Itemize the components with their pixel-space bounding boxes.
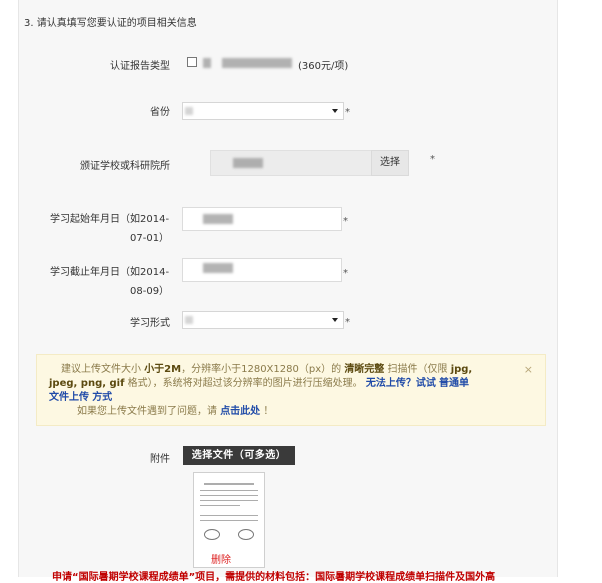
school-field: [210, 150, 374, 176]
start-date-redacted: [203, 214, 233, 224]
study-form-required: *: [345, 317, 350, 328]
start-date-label: 学习起始年月日（如2014- 07-01）: [50, 210, 170, 244]
notice-text: ！: [263, 406, 274, 417]
end-date-label-line2: 08-09）: [130, 286, 170, 297]
section-title: 3. 请认真填写您要认证的项目相关信息: [24, 18, 197, 29]
notice-text: 扫描件（仅限: [387, 364, 448, 375]
province-label: 省份: [150, 107, 170, 118]
notice-text: ，分辨率小于1280X1280（px）的: [181, 364, 342, 375]
choose-school-button[interactable]: 选择: [371, 150, 409, 176]
cant-upload-link[interactable]: 无法上传？试试: [366, 378, 436, 389]
end-date-label: 学习截止年月日（如2014- 08-09）: [50, 263, 170, 297]
close-icon[interactable]: ×: [524, 363, 533, 377]
notice-size-limit: 小于2M: [144, 364, 182, 375]
report-type-price: (360元/项): [298, 61, 349, 72]
province-select[interactable]: [182, 102, 344, 120]
province-required: *: [345, 107, 350, 118]
report-type-checkbox[interactable]: [187, 57, 197, 67]
doc-line: [200, 495, 258, 496]
normal-upload-link[interactable]: 普通单: [439, 378, 469, 389]
report-type-label: 认证报告类型: [110, 61, 170, 72]
school-redacted: [233, 158, 263, 168]
doc-line: [200, 490, 258, 491]
doc-line: [200, 515, 258, 516]
start-date-label-line1: 学习起始年月日（如2014-: [50, 214, 170, 225]
notice-line-2: jpeg, png, gif 格式），系统将对超过该分辨率的图片进行压缩处理。 …: [49, 377, 469, 391]
province-redacted: [185, 107, 193, 115]
doc-line: [204, 483, 254, 485]
notice-text: 格式），系统将对超过该分辨率的图片进行压缩处理。: [127, 378, 363, 389]
end-date-label-line1: 学习截止年月日（如2014-: [50, 267, 170, 278]
start-date-label-line2: 07-01）: [130, 233, 170, 244]
doc-line: [200, 505, 240, 506]
upload-notice: 建议上传文件大小 小于2M，分辨率小于1280X1280（px）的 清晰完整 扫…: [36, 354, 546, 426]
notice-formats: jpeg, png, gif: [49, 378, 125, 389]
notice-line-1: 建议上传文件大小 小于2M，分辨率小于1280X1280（px）的 清晰完整 扫…: [61, 363, 472, 377]
normal-upload-link[interactable]: 方式: [92, 392, 112, 403]
normal-upload-link[interactable]: 文件上传: [49, 392, 89, 403]
report-type-redacted: [222, 58, 292, 68]
attachment-thumbnail[interactable]: 删除: [193, 472, 265, 568]
end-date-input[interactable]: [182, 258, 342, 282]
school-required: *: [430, 154, 435, 165]
study-form-select[interactable]: [182, 311, 344, 329]
school-label: 颁证学校或科研院所: [80, 161, 170, 172]
requirements-note: 申请“国际暑期学校课程成绩单”项目，需提供的材料包括：国际暑期学校课程成绩单扫描…: [52, 572, 496, 583]
chevron-down-icon: [332, 318, 338, 322]
end-date-redacted: [203, 263, 233, 273]
report-type-redacted: [203, 58, 211, 68]
attachment-label: 附件: [150, 454, 170, 465]
notice-formats: jpg,: [450, 364, 473, 375]
notice-line-4: 如果您上传文件遇到了问题，请 点击此处 ！: [77, 405, 273, 419]
end-date-required: *: [343, 268, 348, 279]
notice-line-3: 文件上传 方式: [49, 391, 112, 405]
doc-line: [200, 520, 258, 521]
notice-text: 建议上传文件大小: [61, 364, 141, 375]
seal-icon: [204, 529, 220, 540]
click-here-link[interactable]: 点击此处: [220, 406, 260, 417]
doc-line: [200, 500, 258, 501]
chevron-down-icon: [332, 109, 338, 113]
study-form-redacted: [185, 316, 193, 324]
delete-attachment-link[interactable]: 删除: [211, 551, 231, 566]
notice-clarity: 清晰完整: [344, 364, 385, 375]
seal-icon: [238, 529, 254, 540]
notice-text: 如果您上传文件遇到了问题，请: [77, 406, 217, 417]
start-date-required: *: [343, 216, 348, 227]
start-date-input[interactable]: [182, 207, 342, 231]
study-form-label: 学习形式: [130, 318, 170, 329]
choose-files-button[interactable]: 选择文件（可多选）: [183, 446, 295, 465]
